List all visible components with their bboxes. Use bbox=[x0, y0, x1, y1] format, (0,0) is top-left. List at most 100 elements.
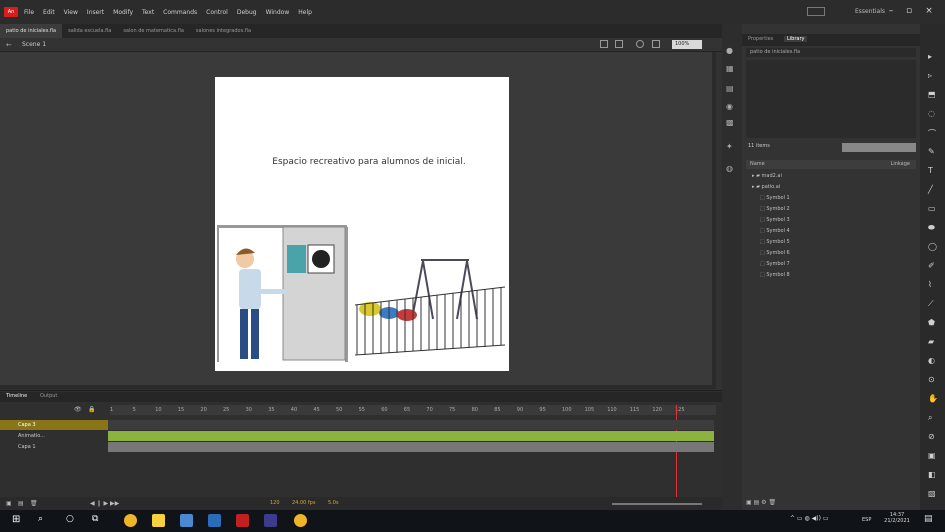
align-icon[interactable]: ▤ bbox=[726, 84, 734, 93]
search-icon[interactable]: ⌕ bbox=[38, 514, 43, 524]
task-view-icon[interactable]: ⧉ bbox=[92, 514, 98, 524]
tool-icon[interactable]: ▣ bbox=[928, 451, 936, 460]
store-icon[interactable] bbox=[180, 514, 193, 527]
minimize-icon[interactable]: – bbox=[884, 4, 898, 18]
tool-icon[interactable]: ✎ bbox=[928, 147, 935, 156]
components-icon[interactable]: ◍ bbox=[726, 164, 733, 173]
center-stage-icon[interactable] bbox=[636, 40, 644, 48]
doc-tab-2[interactable]: salida escuela.fla bbox=[62, 24, 117, 38]
edit-scene-icon[interactable] bbox=[600, 40, 608, 48]
stage-horizontal-scrollbar[interactable] bbox=[0, 385, 716, 389]
premiere-icon[interactable] bbox=[264, 514, 277, 527]
edit-symbol-icon[interactable] bbox=[615, 40, 623, 48]
tool-icon[interactable]: ⊘ bbox=[928, 432, 935, 441]
tray-icons[interactable]: ^ ▭ ◍ ◀)) ▭ bbox=[790, 515, 829, 522]
cortana-icon[interactable]: ○ bbox=[66, 514, 74, 524]
notifications-icon[interactable]: ▤ bbox=[924, 514, 933, 524]
scene-label[interactable]: Scene 1 bbox=[22, 41, 46, 48]
color-icon[interactable]: ◉ bbox=[726, 102, 733, 111]
language-indicator[interactable]: ESP bbox=[862, 517, 871, 523]
menu-commands[interactable]: Commands bbox=[163, 9, 197, 16]
library-item-symbol[interactable]: ⬚ Symbol 4 bbox=[760, 226, 790, 237]
menu-insert[interactable]: Insert bbox=[87, 9, 104, 16]
tool-icon[interactable]: ✋ bbox=[928, 394, 938, 403]
tab-properties[interactable]: Properties bbox=[748, 36, 773, 42]
menu-control[interactable]: Control bbox=[206, 9, 228, 16]
new-folder-icon[interactable]: ▤ bbox=[18, 500, 24, 507]
column-name[interactable]: Name bbox=[750, 161, 765, 167]
tab-output[interactable]: Output bbox=[40, 393, 57, 399]
tool-icon[interactable]: ▹ bbox=[928, 71, 932, 80]
new-symbol-icon[interactable]: ▣ ▤ ⚙ 🗑 bbox=[746, 499, 776, 506]
playback-controls[interactable]: ◀ ❙ ▶ ▶▶ bbox=[90, 500, 119, 507]
column-linkage[interactable]: Linkage bbox=[891, 160, 910, 169]
library-item-symbol[interactable]: ⬚ Symbol 8 bbox=[760, 270, 790, 281]
tool-icon[interactable]: ⌇ bbox=[928, 280, 932, 289]
menu-text[interactable]: Text bbox=[142, 9, 154, 16]
visibility-icon[interactable]: 👁 bbox=[74, 406, 82, 413]
tool-icon[interactable]: ⬟ bbox=[928, 318, 935, 327]
frame-ruler[interactable]: 1 5 10 15 20 25 30 35 40 45 50 55 60 65 70 75 80 85 90 95 10… bbox=[110, 405, 716, 415]
menu-window[interactable]: Window bbox=[266, 9, 290, 16]
library-document-select[interactable]: patio de iniciales.fla bbox=[746, 48, 916, 57]
doc-tab-4[interactable]: salones integrados.fla bbox=[190, 24, 257, 38]
properties-icon[interactable]: ● bbox=[726, 46, 733, 55]
new-layer-icon[interactable]: ▣ bbox=[6, 500, 12, 507]
tool-icon[interactable]: ⬒ bbox=[928, 90, 936, 99]
windows-start-icon[interactable]: ⊞ bbox=[12, 514, 20, 525]
frames-capa3[interactable] bbox=[108, 420, 714, 430]
tool-icon[interactable]: ⌕ bbox=[928, 413, 932, 423]
back-arrow-icon[interactable]: ← bbox=[6, 41, 12, 49]
tool-icon[interactable]: T bbox=[928, 166, 933, 175]
chrome-icon[interactable] bbox=[124, 514, 137, 527]
library-item-symbol[interactable]: ⬚ Symbol 2 bbox=[760, 204, 790, 215]
tool-icon[interactable]: ✐ bbox=[928, 261, 935, 270]
menu-edit[interactable]: Edit bbox=[43, 9, 55, 16]
stage-canvas[interactable]: Espacio recreativo para alumnos de inici… bbox=[215, 77, 509, 371]
maximize-icon[interactable]: ▫ bbox=[902, 4, 916, 18]
layer-row-animation[interactable]: Animatio... bbox=[0, 431, 108, 441]
animate-icon[interactable] bbox=[236, 514, 249, 527]
delete-layer-icon[interactable]: 🗑 bbox=[30, 500, 38, 507]
tool-icon[interactable]: ▭ bbox=[928, 204, 936, 213]
tab-library[interactable]: Library bbox=[784, 36, 808, 42]
library-item-symbol[interactable]: ⬚ Symbol 5 bbox=[760, 237, 790, 248]
library-item-symbol[interactable]: ⬚ Symbol 7 bbox=[760, 259, 790, 270]
tool-icon[interactable]: ◧ bbox=[928, 470, 936, 479]
frames-capa1[interactable] bbox=[108, 442, 714, 452]
chrome-icon-2[interactable] bbox=[294, 514, 307, 527]
tool-icon[interactable]: ⊙ bbox=[928, 375, 935, 384]
menu-help[interactable]: Help bbox=[298, 9, 312, 16]
doc-tab-3[interactable]: salon de matematica.fla bbox=[117, 24, 190, 38]
doc-tab-1[interactable]: patio de iniciales.fla bbox=[0, 24, 63, 38]
file-explorer-icon[interactable] bbox=[152, 514, 165, 527]
tool-icon[interactable]: ◌ bbox=[928, 109, 935, 118]
library-item-folder[interactable]: ▸ ▰ patio.ai bbox=[752, 182, 780, 193]
library-search-input[interactable] bbox=[842, 143, 916, 152]
tool-icon[interactable]: ▧ bbox=[928, 489, 936, 498]
tool-icon[interactable]: ▰ bbox=[928, 337, 934, 346]
frames-animation[interactable] bbox=[108, 431, 714, 441]
fps-display[interactable]: 24.00 fps bbox=[292, 500, 315, 506]
tool-icon[interactable]: ╱ bbox=[928, 185, 933, 194]
workspace-switcher[interactable]: Essentials bbox=[855, 8, 885, 16]
motion-presets-icon[interactable]: ✦ bbox=[726, 142, 733, 151]
tool-icon[interactable]: ◯ bbox=[928, 242, 937, 251]
library-item-symbol[interactable]: ⬚ Symbol 1 bbox=[760, 193, 790, 204]
tool-icon[interactable]: ◐ bbox=[928, 356, 935, 365]
library-item-symbol[interactable]: ⬚ Symbol 6 bbox=[760, 248, 790, 259]
clip-content-icon[interactable] bbox=[652, 40, 660, 48]
tool-icon[interactable]: ⌒ bbox=[928, 128, 936, 139]
menu-file[interactable]: File bbox=[24, 9, 34, 16]
clock[interactable]: 14:37 21/2/2021 bbox=[884, 512, 910, 524]
layer-row-capa3[interactable]: Capa 3 bbox=[0, 420, 108, 430]
timeline-zoom-slider[interactable] bbox=[612, 503, 702, 505]
library-icon[interactable]: ▦ bbox=[726, 64, 734, 73]
swatches-icon[interactable]: ▩ bbox=[726, 118, 734, 127]
zoom-select[interactable]: 100% bbox=[672, 40, 702, 49]
tool-icon[interactable]: ▸ bbox=[928, 52, 932, 61]
lock-icon[interactable]: 🔒 bbox=[88, 406, 95, 413]
menu-debug[interactable]: Debug bbox=[237, 9, 257, 16]
menu-view[interactable]: View bbox=[64, 9, 78, 16]
screen-mode-icon[interactable] bbox=[807, 7, 825, 16]
